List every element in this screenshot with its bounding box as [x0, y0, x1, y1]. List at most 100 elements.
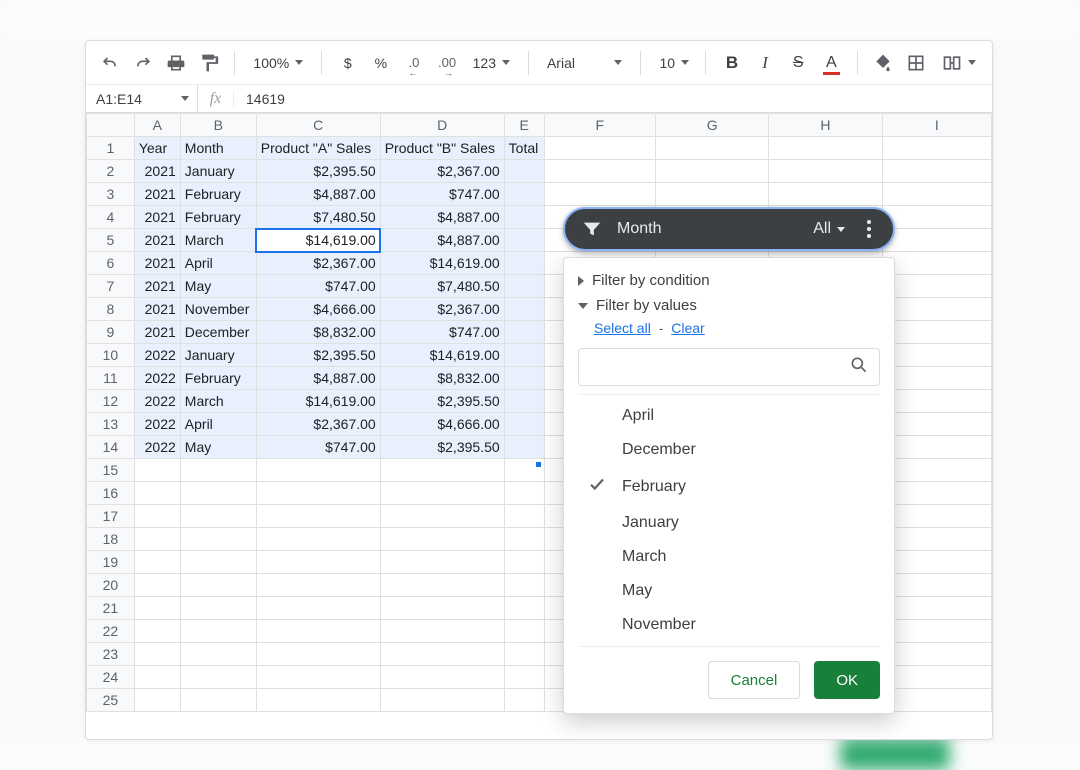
cell[interactable]	[882, 620, 991, 643]
row-header[interactable]: 4	[87, 206, 135, 229]
cell[interactable]	[180, 574, 256, 597]
cell[interactable]: $14,619.00	[256, 229, 380, 252]
cell[interactable]	[134, 574, 180, 597]
cell[interactable]	[134, 643, 180, 666]
cell[interactable]	[504, 367, 544, 390]
cell[interactable]	[256, 689, 380, 712]
cell[interactable]	[180, 528, 256, 551]
fill-color-button[interactable]	[870, 49, 897, 77]
row-header[interactable]: 5	[87, 229, 135, 252]
cell[interactable]: 2022	[134, 436, 180, 459]
col-header[interactable]: F	[544, 114, 655, 137]
cell[interactable]	[504, 482, 544, 505]
cell[interactable]	[882, 689, 991, 712]
cell[interactable]: 2022	[134, 344, 180, 367]
cell[interactable]	[544, 137, 655, 160]
cell[interactable]	[504, 666, 544, 689]
cell[interactable]: $4,887.00	[380, 229, 504, 252]
cell[interactable]	[180, 505, 256, 528]
cell[interactable]	[655, 183, 768, 206]
cell[interactable]: $4,887.00	[256, 367, 380, 390]
cell[interactable]	[180, 482, 256, 505]
cell[interactable]	[504, 620, 544, 643]
cell[interactable]	[882, 505, 991, 528]
cell[interactable]: $2,395.50	[256, 344, 380, 367]
cell[interactable]	[882, 206, 991, 229]
cell[interactable]	[504, 689, 544, 712]
cell[interactable]	[882, 459, 991, 482]
cell[interactable]	[256, 482, 380, 505]
cell[interactable]	[882, 137, 991, 160]
cell[interactable]	[882, 298, 991, 321]
cell[interactable]	[504, 344, 544, 367]
filter-value-item[interactable]: March	[578, 540, 880, 574]
row-header[interactable]: 8	[87, 298, 135, 321]
cell[interactable]: $2,367.00	[256, 252, 380, 275]
print-button[interactable]	[162, 49, 189, 77]
cell[interactable]	[655, 160, 768, 183]
cell[interactable]	[180, 459, 256, 482]
cell[interactable]	[882, 344, 991, 367]
cell[interactable]: $4,666.00	[256, 298, 380, 321]
cell[interactable]	[504, 413, 544, 436]
cell[interactable]	[180, 597, 256, 620]
cell[interactable]: 2021	[134, 229, 180, 252]
cell[interactable]: February	[180, 367, 256, 390]
cell[interactable]	[504, 321, 544, 344]
cell[interactable]	[882, 597, 991, 620]
currency-format-button[interactable]: $	[334, 49, 361, 77]
row-header[interactable]: 16	[87, 482, 135, 505]
cell[interactable]	[380, 597, 504, 620]
decrease-decimal-button[interactable]: .0←	[400, 49, 427, 77]
cell[interactable]: 2022	[134, 390, 180, 413]
filter-value-item[interactable]: April	[578, 399, 880, 433]
cell[interactable]: November	[180, 298, 256, 321]
cell[interactable]: $747.00	[256, 436, 380, 459]
row-header[interactable]: 25	[87, 689, 135, 712]
cell[interactable]	[504, 597, 544, 620]
cell[interactable]	[256, 574, 380, 597]
cell[interactable]: May	[180, 275, 256, 298]
cell[interactable]	[380, 574, 504, 597]
cell[interactable]	[882, 413, 991, 436]
cell[interactable]	[134, 528, 180, 551]
col-header[interactable]: B	[180, 114, 256, 137]
cell[interactable]: Total	[504, 137, 544, 160]
filter-value-item[interactable]: November	[578, 608, 880, 642]
cell[interactable]: January	[180, 160, 256, 183]
cell[interactable]: 2021	[134, 160, 180, 183]
more-options-button[interactable]	[859, 220, 879, 238]
cell[interactable]: 2021	[134, 321, 180, 344]
cell[interactable]: 2021	[134, 252, 180, 275]
cell[interactable]: Month	[180, 137, 256, 160]
cell[interactable]	[134, 551, 180, 574]
row-header[interactable]: 1	[87, 137, 135, 160]
font-size-dropdown[interactable]: 10	[653, 55, 693, 71]
row-header[interactable]: 13	[87, 413, 135, 436]
cell[interactable]	[882, 321, 991, 344]
cell[interactable]	[256, 620, 380, 643]
cell[interactable]	[655, 137, 768, 160]
cell[interactable]	[882, 643, 991, 666]
text-color-button[interactable]: A	[818, 49, 845, 77]
filter-by-condition-toggle[interactable]: Filter by condition	[578, 268, 880, 293]
cell[interactable]	[380, 482, 504, 505]
cell[interactable]	[180, 551, 256, 574]
cell[interactable]: December	[180, 321, 256, 344]
formula-input[interactable]: 14619	[234, 91, 285, 107]
cell[interactable]	[504, 551, 544, 574]
row-header[interactable]: 20	[87, 574, 135, 597]
cell[interactable]: $8,832.00	[380, 367, 504, 390]
cell[interactable]: 2021	[134, 183, 180, 206]
cell[interactable]	[504, 229, 544, 252]
filter-value-item[interactable]: December	[578, 433, 880, 467]
col-header[interactable]: D	[380, 114, 504, 137]
cell[interactable]	[544, 160, 655, 183]
filter-search-input[interactable]	[589, 359, 849, 376]
cell[interactable]	[180, 666, 256, 689]
cell[interactable]	[134, 459, 180, 482]
row-header[interactable]: 2	[87, 160, 135, 183]
cell[interactable]	[882, 666, 991, 689]
col-header[interactable]: C	[256, 114, 380, 137]
cell[interactable]: $4,887.00	[380, 206, 504, 229]
